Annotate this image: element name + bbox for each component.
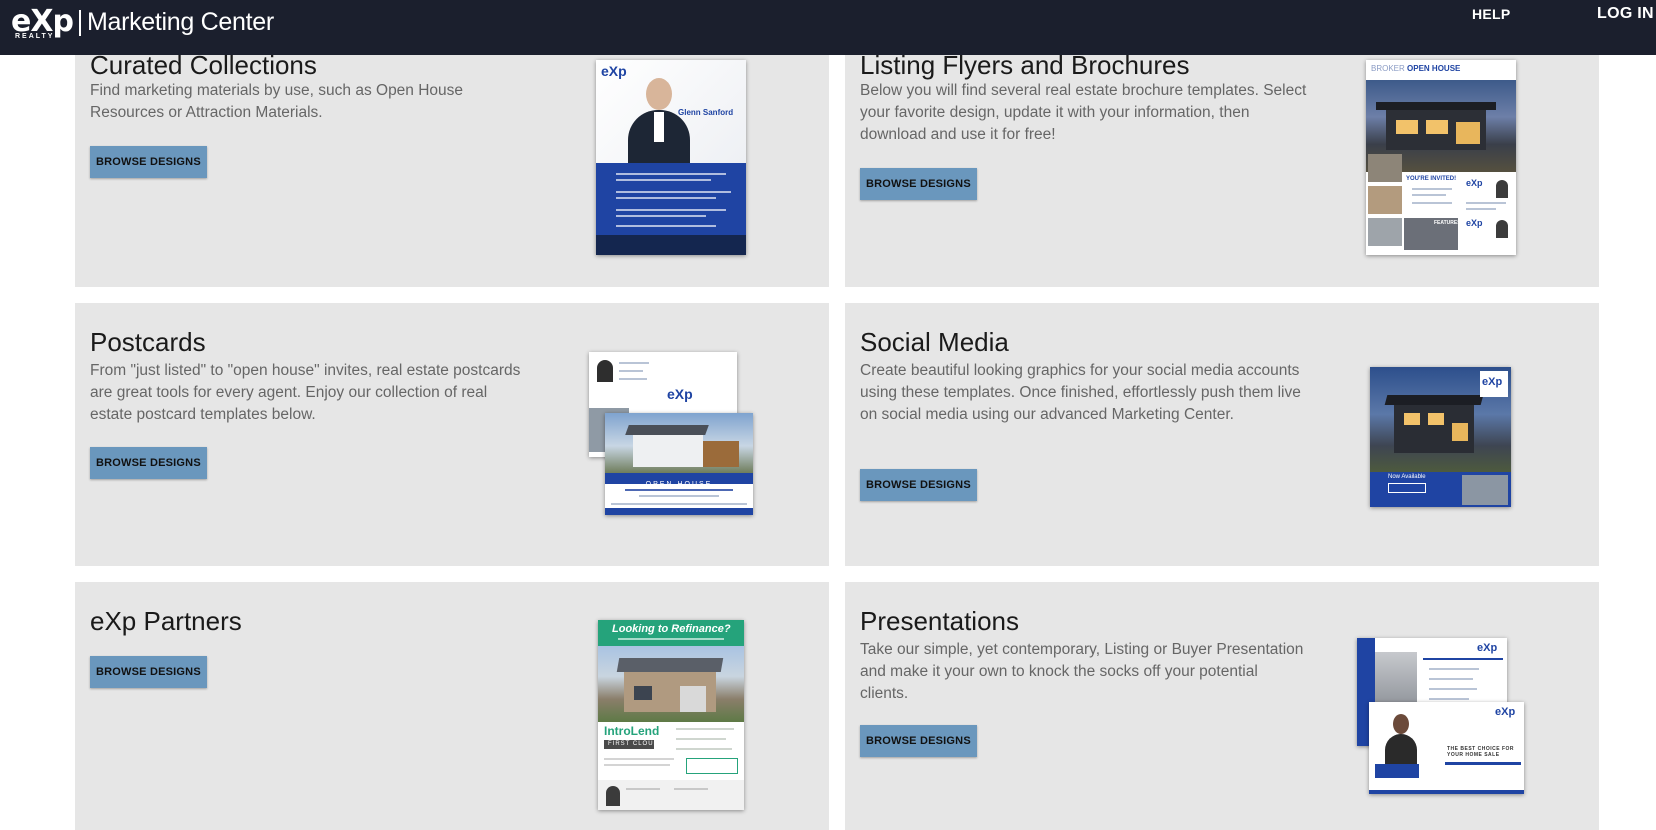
flyer-invite-label: YOU'RE INVITED!: [1406, 176, 1457, 182]
card-curated-collections: Curated Collections Find marketing mater…: [75, 48, 829, 287]
help-link[interactable]: HELP: [1472, 6, 1511, 22]
card-social-media: Social Media Create beautiful looking gr…: [845, 303, 1599, 566]
card-listing-flyers: Listing Flyers and Brochures Below you w…: [845, 48, 1599, 287]
partner-header: Looking to Refinance?: [598, 620, 744, 646]
social-exp-logo: eXp: [1482, 376, 1503, 388]
exp-logo-icon: eXp: [601, 63, 627, 79]
postcard-front-thumbnail[interactable]: OPEN HOUSE: [605, 413, 753, 515]
introlend-sub-badge: FIRST CLOUD: [604, 740, 658, 749]
curated-collections-thumbnail[interactable]: eXp Glenn Sanford: [596, 60, 746, 255]
card-description: Find marketing materials by use, such as…: [90, 82, 464, 121]
browse-designs-button[interactable]: BROWSE DESIGNS: [90, 146, 207, 178]
presentation-front-exp-logo: eXp: [1495, 706, 1516, 718]
browse-designs-button[interactable]: BROWSE DESIGNS: [90, 447, 207, 479]
social-media-thumbnail[interactable]: eXp Now Available: [1370, 367, 1511, 507]
exp-logo-realty: REALTY: [15, 33, 55, 40]
card-title: Social Media: [860, 327, 1009, 357]
postcard-banner: OPEN HOUSE: [605, 473, 753, 488]
flyer-heading-bold: OPEN HOUSE: [1407, 64, 1461, 73]
flyer-heading-light: BROKER: [1371, 64, 1405, 73]
partner-house-photo: [598, 646, 744, 722]
card-presentations: Presentations Take our simple, yet conte…: [845, 582, 1599, 830]
login-link[interactable]: LOG IN: [1597, 5, 1654, 23]
postcard-exp-logo: eXp: [667, 386, 693, 402]
partner-headline: Looking to Refinance?: [612, 623, 731, 635]
card-description: Below you will find several real estate …: [860, 82, 1307, 143]
presentation-tagline: THE BEST CHOICE FOR YOUR HOME SALE: [1447, 746, 1515, 758]
presentation-exp-logo: eXp: [1477, 642, 1498, 654]
flyer-agent-column: eXp eXp: [1466, 178, 1512, 248]
logo-wordmark: Marketing Center: [86, 8, 274, 36]
browse-designs-button[interactable]: BROWSE DESIGNS: [860, 469, 977, 501]
card-description: From "just listed" to "open house" invit…: [90, 362, 521, 423]
browse-designs-button[interactable]: BROWSE DESIGNS: [860, 168, 977, 200]
social-caption: Now Available: [1388, 474, 1426, 480]
postcard-house-photo: [605, 413, 753, 473]
top-navigation-bar: eXp REALTY Marketing Center HELP LOG IN: [0, 0, 1656, 55]
person-name-label: Glenn Sanford: [678, 108, 734, 117]
card-exp-partners: eXp Partners BROWSE DESIGNS Looking to R…: [75, 582, 829, 830]
card-postcards: Postcards From "just listed" to "open ho…: [75, 303, 829, 566]
card-title: Postcards: [90, 327, 206, 357]
introlend-sub-text: FIRST CLOUD: [608, 741, 659, 747]
exp-marketing-center-logo[interactable]: eXp REALTY Marketing Center: [11, 6, 274, 42]
browse-designs-button[interactable]: BROWSE DESIGNS: [860, 725, 977, 757]
browse-designs-button[interactable]: BROWSE DESIGNS: [90, 656, 207, 688]
card-description: Take our simple, yet contemporary, Listi…: [860, 641, 1304, 702]
social-exp-badge: eXp: [1480, 371, 1508, 397]
person-portrait-icon: [624, 72, 694, 163]
logo-divider: [78, 10, 81, 36]
flyer-features-label: FEATURES: [1434, 220, 1461, 226]
introlend-logo: IntroLend: [604, 724, 660, 738]
presenter-portrait-icon: [1379, 708, 1423, 764]
card-title: Presentations: [860, 606, 1019, 636]
presentation-front-thumbnail[interactable]: eXp THE BEST CHOICE FOR YOUR HOME SALE: [1369, 702, 1524, 794]
flyer-features-panel: FEATURES: [1404, 218, 1461, 250]
card-description: Create beautiful looking graphics for yo…: [860, 362, 1301, 423]
listing-flyer-thumbnail[interactable]: BROKER OPEN HOUSE YOU'RE INVITED! FEATUR…: [1366, 60, 1516, 255]
flyer-photo-column: [1368, 154, 1402, 249]
partner-flyer-thumbnail[interactable]: Looking to Refinance? IntroLend FIRST CL…: [598, 620, 744, 810]
thumb-blue-panel: [596, 163, 746, 255]
postcard-banner-text: OPEN HOUSE: [645, 481, 713, 488]
card-title: eXp Partners: [90, 606, 242, 636]
